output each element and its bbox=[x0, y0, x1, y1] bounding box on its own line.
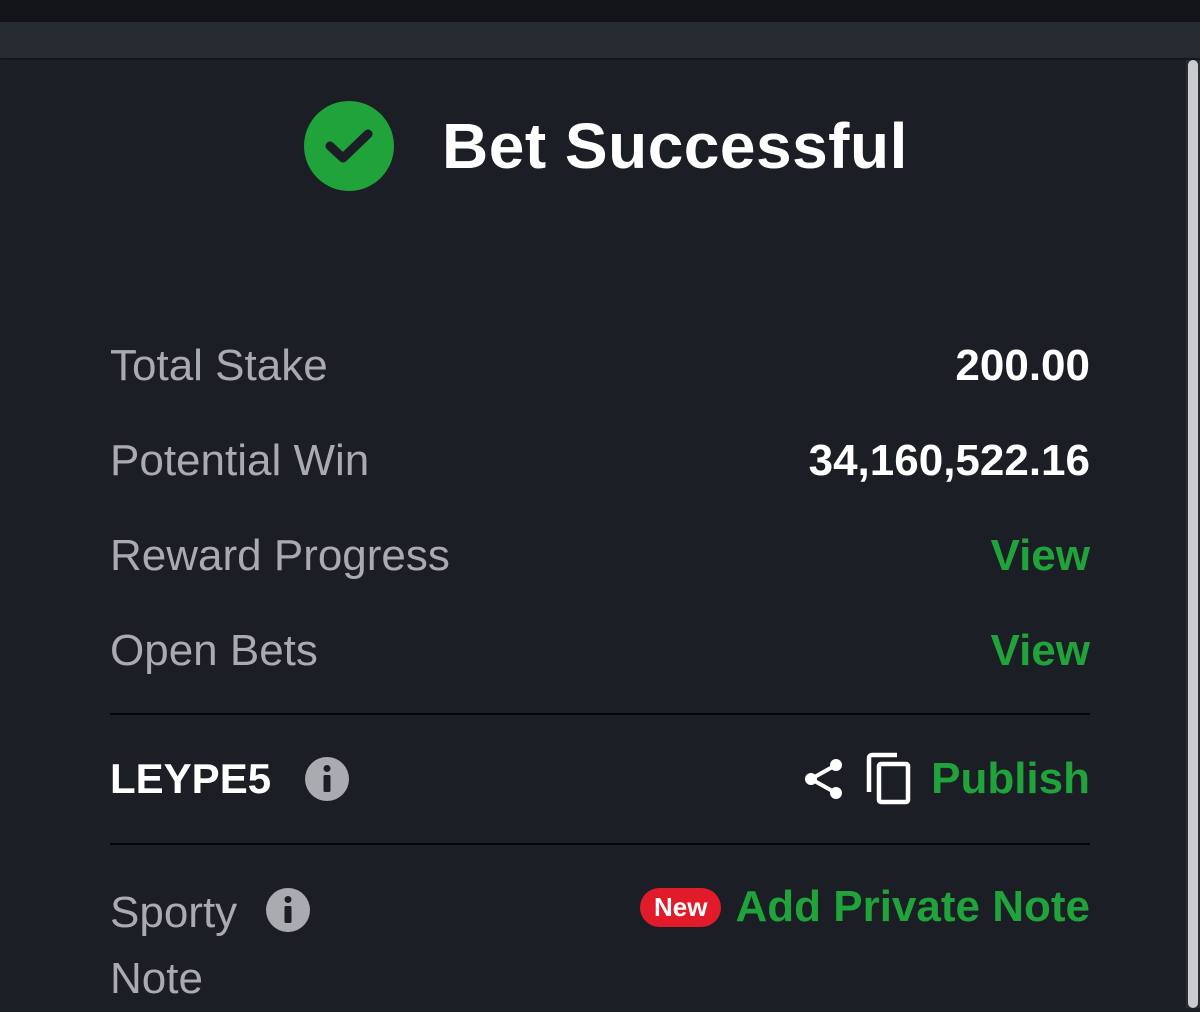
status-bar bbox=[0, 0, 1200, 22]
reward-progress-label: Reward Progress bbox=[110, 531, 450, 580]
publish-button[interactable]: Publish bbox=[931, 754, 1090, 804]
note-actions: New Add Private Note bbox=[640, 882, 1090, 932]
info-icon[interactable] bbox=[305, 757, 350, 801]
total-stake-label: Total Stake bbox=[110, 341, 328, 390]
potential-win-label: Potential Win bbox=[110, 436, 370, 485]
divider bbox=[110, 713, 1090, 715]
new-badge: New bbox=[640, 887, 722, 927]
page-title: Bet Successful bbox=[442, 110, 908, 182]
summary-row-reward-progress: Reward Progress View bbox=[110, 526, 1090, 586]
booking-code-group: LEYPE5 bbox=[110, 755, 350, 803]
reward-progress-view-link[interactable]: View bbox=[991, 531, 1090, 581]
scrollbar[interactable] bbox=[1186, 60, 1200, 1008]
open-bets-label: Open Bets bbox=[110, 626, 318, 675]
potential-win-value: 34,160,522.16 bbox=[808, 436, 1090, 485]
note-label-group: Sporty Note bbox=[110, 880, 370, 1012]
booking-actions: Publish bbox=[801, 752, 1090, 806]
copy-icon[interactable] bbox=[865, 752, 913, 806]
booking-code-row: LEYPE5 Publish bbox=[110, 749, 1090, 809]
info-icon[interactable] bbox=[266, 888, 310, 932]
summary-row-total-stake: Total Stake 200.00 bbox=[110, 336, 1090, 396]
total-stake-value: 200.00 bbox=[955, 341, 1090, 390]
divider bbox=[110, 843, 1090, 845]
open-bets-view-link[interactable]: View bbox=[991, 626, 1090, 676]
add-private-note-button[interactable]: Add Private Note bbox=[735, 882, 1090, 932]
success-header: Bet Successful bbox=[304, 100, 908, 192]
scrollbar-thumb[interactable] bbox=[1188, 60, 1198, 1008]
summary-row-open-bets: Open Bets View bbox=[110, 621, 1090, 681]
check-circle-icon bbox=[304, 101, 394, 191]
sporty-note-label: Sporty Note bbox=[110, 888, 238, 1003]
booking-code: LEYPE5 bbox=[110, 755, 272, 802]
summary-row-potential-win: Potential Win 34,160,522.16 bbox=[110, 431, 1090, 491]
share-icon[interactable] bbox=[801, 756, 847, 802]
top-strip bbox=[0, 22, 1200, 58]
